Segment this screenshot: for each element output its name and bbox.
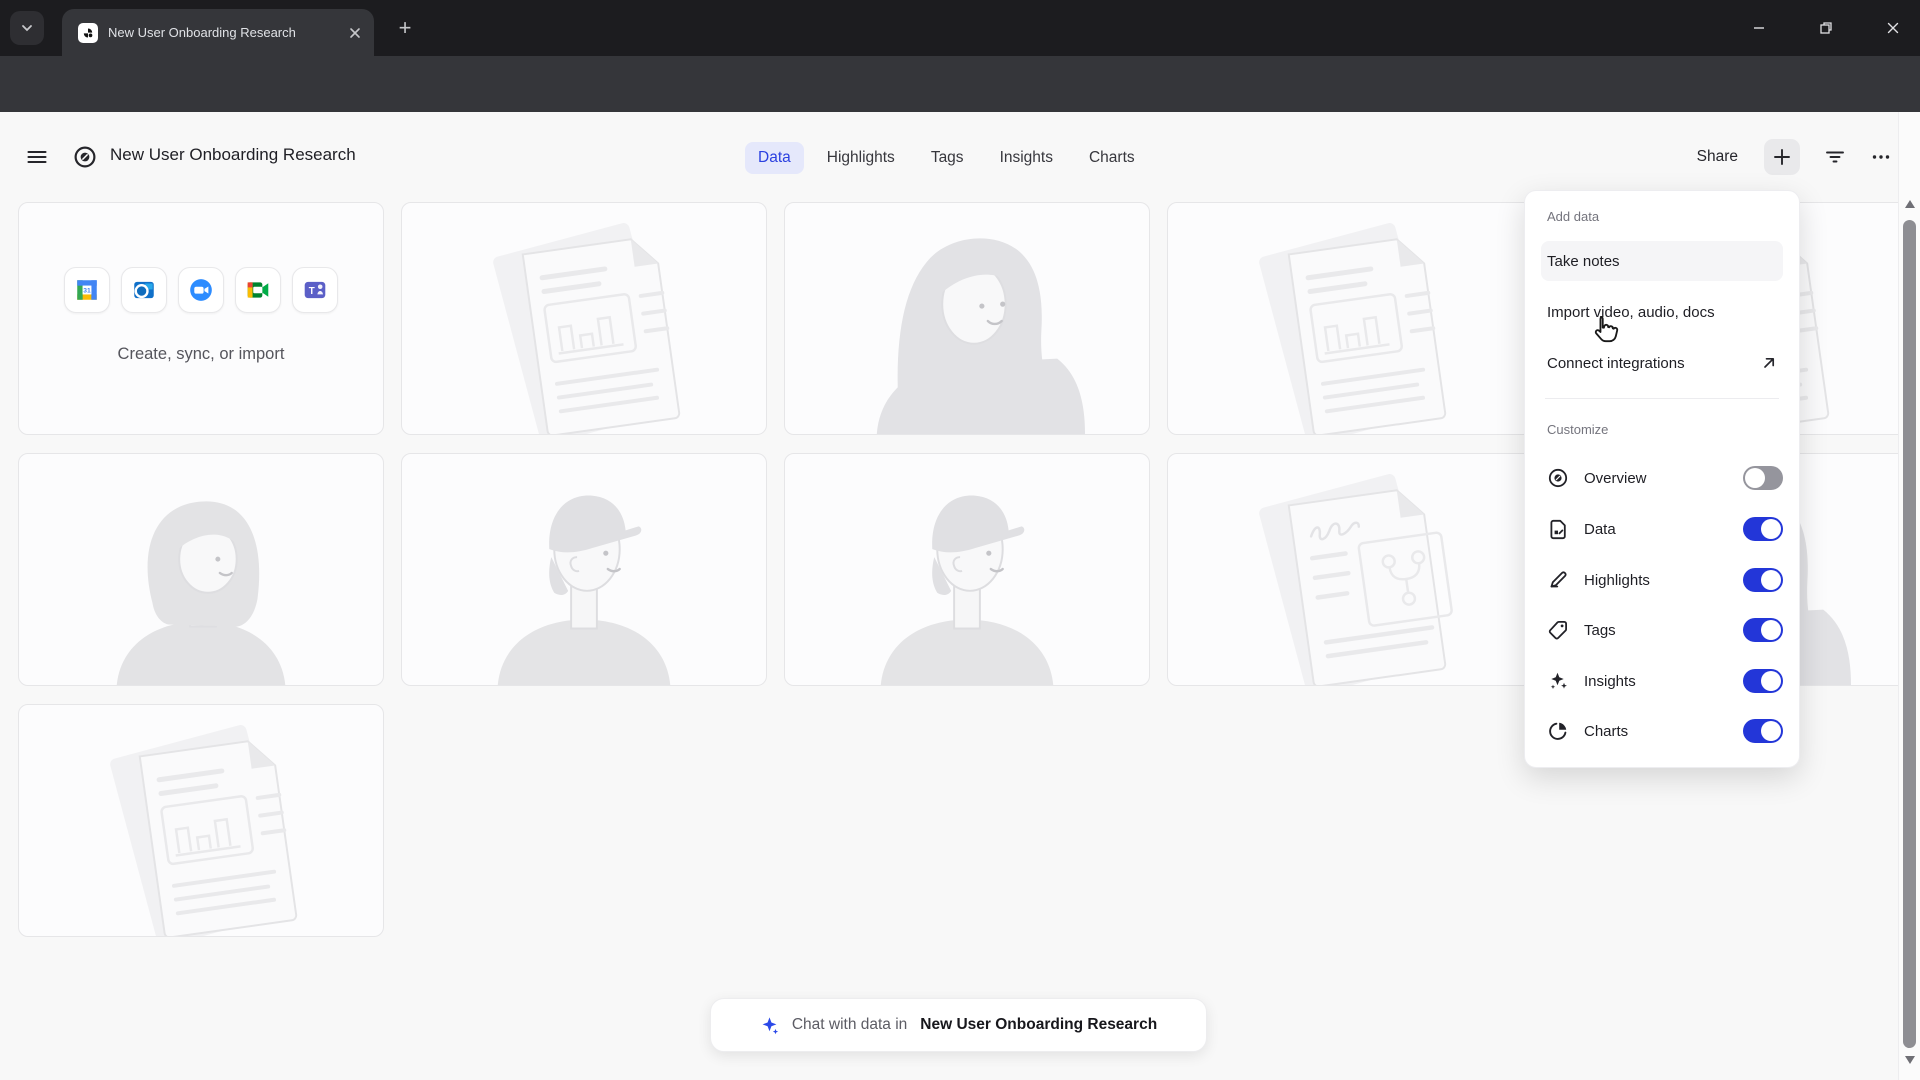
create-sync-import-card[interactable]: 31 T Create, sync, or import — [18, 202, 384, 435]
svg-text:31: 31 — [83, 288, 91, 295]
data-toggle[interactable] — [1743, 517, 1783, 541]
tab-insights[interactable]: Insights — [987, 142, 1066, 174]
chat-bar-project: New User Onboarding Research — [920, 1016, 1158, 1033]
app-header: New User Onboarding Research Data Highli… — [0, 112, 1920, 202]
integration-badges: 31 T — [64, 267, 338, 313]
toggle-row-charts[interactable]: Charts — [1547, 710, 1783, 752]
menu-item-import[interactable]: Import video, audio, docs — [1541, 292, 1783, 332]
svg-text:T: T — [309, 286, 315, 297]
restore-button[interactable] — [1803, 14, 1849, 42]
close-window-button[interactable] — [1870, 14, 1916, 42]
chart-icon — [1549, 722, 1567, 740]
plus-icon — [1774, 149, 1790, 165]
menu-item-take-notes[interactable]: Take notes — [1541, 241, 1783, 281]
data-card-person[interactable] — [784, 453, 1150, 686]
customize-section-label: Customize — [1547, 422, 1609, 437]
toggle-row-insights[interactable]: Insights — [1547, 660, 1783, 702]
highlights-toggle[interactable] — [1743, 568, 1783, 592]
overview-icon — [1548, 468, 1568, 488]
filter-icon[interactable] — [1824, 146, 1846, 168]
tag-icon — [1548, 621, 1567, 640]
project-icon — [73, 145, 97, 174]
google-calendar-icon[interactable]: 31 — [64, 267, 110, 313]
external-link-icon — [1764, 357, 1775, 368]
google-meet-icon[interactable] — [235, 267, 281, 313]
dovetail-favicon — [78, 22, 98, 43]
tab-title: New User Onboarding Research — [108, 25, 296, 40]
new-tab-button[interactable]: + — [392, 16, 418, 42]
share-button[interactable]: Share — [1695, 142, 1740, 172]
scrollbar-thumb[interactable] — [1903, 220, 1916, 1048]
tab-search-button[interactable] — [10, 11, 44, 45]
scroll-down-arrow[interactable] — [1905, 1056, 1915, 1064]
tab-close-icon[interactable] — [348, 26, 362, 40]
toggle-row-overview[interactable]: Overview — [1547, 457, 1783, 499]
add-data-button[interactable] — [1764, 139, 1800, 175]
hamburger-menu-icon[interactable] — [26, 146, 48, 173]
add-data-dropdown: Add data Take notes Import video, audio,… — [1524, 190, 1800, 768]
data-card-document[interactable] — [1167, 453, 1533, 686]
data-icon — [1550, 519, 1566, 540]
app-area: New User Onboarding Research Data Highli… — [0, 112, 1920, 1080]
sparkle-icon — [762, 1016, 778, 1034]
header-actions: Share — [1695, 139, 1892, 175]
tags-toggle[interactable] — [1743, 618, 1783, 642]
overview-toggle[interactable] — [1743, 466, 1783, 490]
view-tabs: Data Highlights Tags Insights Charts — [745, 142, 1148, 174]
create-card-label: Create, sync, or import — [117, 345, 285, 363]
insights-icon — [1550, 672, 1567, 689]
charts-toggle[interactable] — [1743, 719, 1783, 743]
data-card-person[interactable] — [401, 453, 767, 686]
menu-item-connect-integrations[interactable]: Connect integrations — [1541, 343, 1783, 383]
page-title: New User Onboarding Research — [110, 145, 356, 164]
chat-with-data-bar[interactable]: Chat with data in New User Onboarding Re… — [710, 998, 1207, 1052]
menu-divider — [1545, 398, 1779, 399]
data-card-person[interactable] — [784, 202, 1150, 435]
add-data-section-label: Add data — [1547, 209, 1600, 224]
scroll-up-arrow[interactable] — [1905, 200, 1915, 208]
minimize-button[interactable] — [1736, 14, 1782, 42]
toggle-row-data[interactable]: Data — [1547, 508, 1783, 550]
browser-toolbar: moodjoy-team-2h2v.dovetail.com/projects/… — [0, 56, 1920, 158]
more-options-icon[interactable] — [1870, 146, 1892, 168]
data-card-document[interactable] — [18, 704, 384, 937]
tab-tags[interactable]: Tags — [918, 142, 977, 174]
tab-charts[interactable]: Charts — [1076, 142, 1148, 174]
highlight-icon — [1550, 571, 1567, 588]
mouse-cursor — [1588, 312, 1622, 346]
chat-bar-prefix: Chat with data in — [791, 1016, 908, 1033]
data-card-document[interactable] — [1167, 202, 1533, 435]
zoom-icon[interactable] — [178, 267, 224, 313]
data-card-document[interactable] — [401, 202, 767, 435]
tab-data[interactable]: Data — [745, 142, 804, 174]
page-scrollbar[interactable] — [1898, 112, 1920, 1080]
microsoft-teams-icon[interactable]: T — [292, 267, 338, 313]
toggle-row-highlights[interactable]: Highlights — [1547, 559, 1783, 601]
browser-tab[interactable]: New User Onboarding Research — [62, 9, 374, 56]
insights-toggle[interactable] — [1743, 669, 1783, 693]
data-card-person[interactable] — [18, 453, 384, 686]
tab-highlights[interactable]: Highlights — [814, 142, 908, 174]
toggle-row-tags[interactable]: Tags — [1547, 609, 1783, 651]
browser-tab-strip: New User Onboarding Research + — [0, 0, 1920, 56]
outlook-icon[interactable] — [121, 267, 167, 313]
